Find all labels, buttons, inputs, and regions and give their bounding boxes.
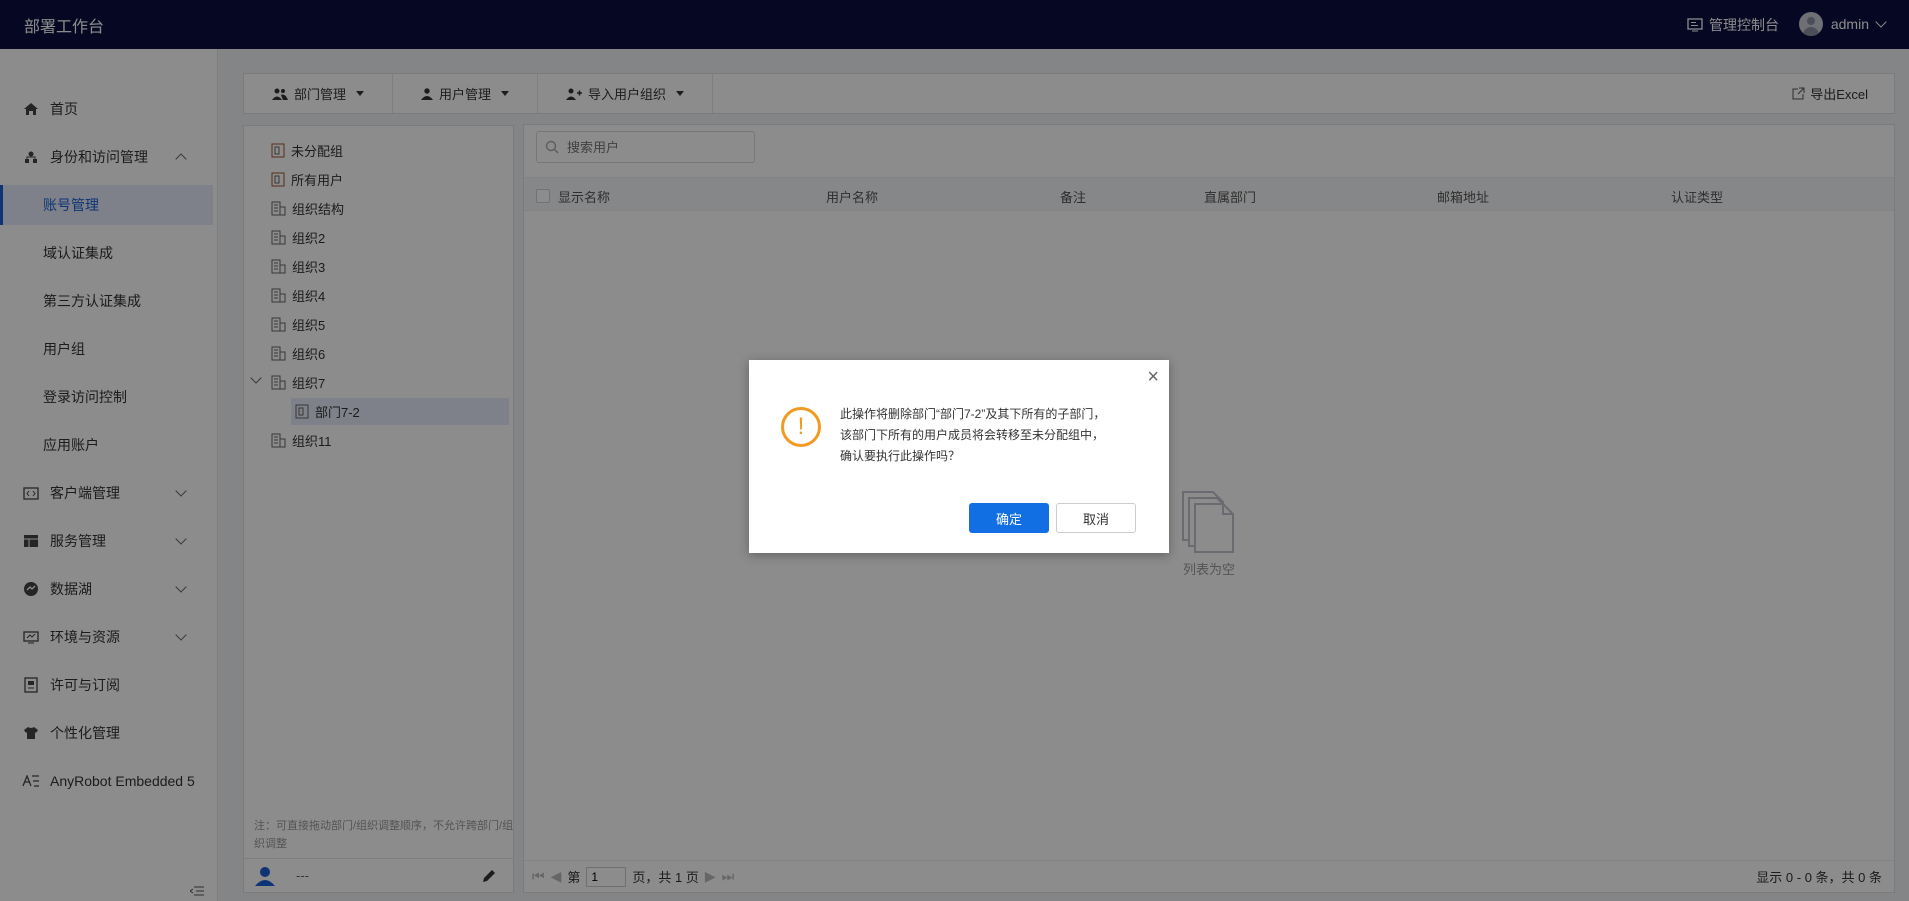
confirm-delete-dialog: × ! 此操作将删除部门“部门7-2”及其下所有的子部门， 该部门下所有的用户成… (749, 360, 1169, 553)
dialog-message-line: 确认要执行此操作吗？ (840, 449, 961, 463)
dialog-message: 此操作将删除部门“部门7-2”及其下所有的子部门， 该部门下所有的用户成员将会转… (840, 404, 1150, 467)
dialog-message-line: 此操作将删除部门“部门7-2”及其下所有的子部门， (840, 407, 1106, 421)
close-icon[interactable]: × (1147, 366, 1159, 389)
warning-icon: ! (781, 407, 821, 447)
cancel-button[interactable]: 取消 (1056, 503, 1136, 533)
dialog-message-line: 该部门下所有的用户成员将会转移至未分配组中， (840, 428, 1105, 442)
confirm-button[interactable]: 确定 (969, 503, 1049, 533)
